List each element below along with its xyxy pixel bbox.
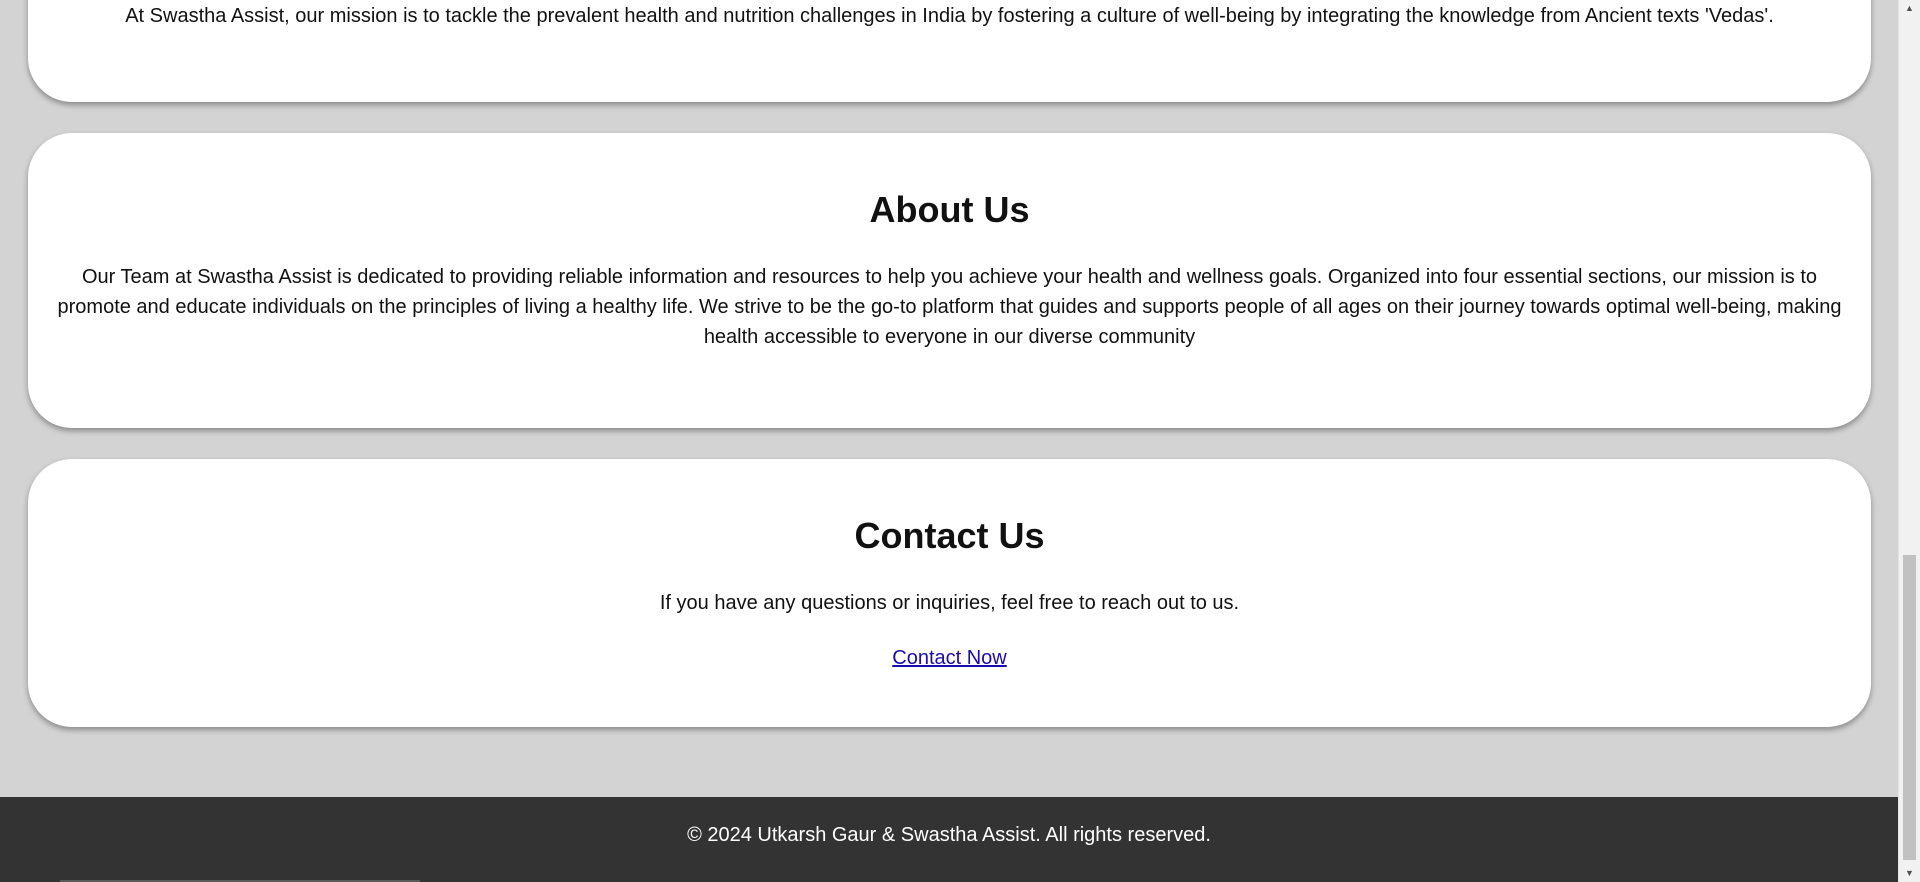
about-text: Our Team at Swastha Assist is dedicated … xyxy=(57,266,1842,348)
page: At Swastha Assist, our mission is to tac… xyxy=(0,0,1898,882)
about-card: About Us Our Team at Swastha Assist is d… xyxy=(28,133,1871,428)
scroll-up-arrow-icon[interactable]: ▲ xyxy=(1899,0,1920,17)
scrollbar-thumb[interactable] xyxy=(1903,555,1916,860)
footer-copyright: © 2024 Utkarsh Gaur & Swastha Assist. Al… xyxy=(687,824,1211,846)
footer: © 2024 Utkarsh Gaur & Swastha Assist. Al… xyxy=(0,797,1898,882)
mission-card: At Swastha Assist, our mission is to tac… xyxy=(28,0,1871,102)
contact-card: Contact Us If you have any questions or … xyxy=(28,459,1871,727)
vertical-scrollbar[interactable]: ▲ ▼ xyxy=(1898,0,1920,882)
contact-text: If you have any questions or inquiries, … xyxy=(659,592,1240,614)
scroll-down-arrow-icon[interactable]: ▼ xyxy=(1899,865,1920,882)
contact-title: Contact Us xyxy=(854,515,1045,556)
mission-text: At Swastha Assist, our mission is to tac… xyxy=(125,5,1774,27)
about-title: About Us xyxy=(869,189,1030,230)
contact-now-link[interactable]: Contact Now xyxy=(892,643,1007,673)
